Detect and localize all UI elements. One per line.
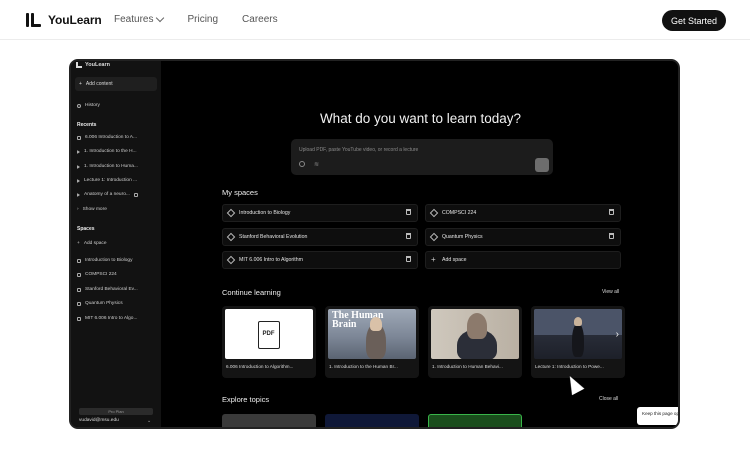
my-spaces-title: My spaces (222, 188, 258, 197)
recent-item[interactable]: Anatomy of a neuro... (77, 192, 138, 197)
space-item[interactable]: Quantum Physics (425, 228, 621, 246)
get-started-button[interactable]: Get Started (662, 10, 726, 31)
recent-item[interactable]: Lecture 1: Introduction ... (77, 178, 137, 183)
cube-icon (77, 272, 81, 277)
app-sidebar: YouLearn + Add content History Recents 6.… (71, 61, 161, 427)
sidebar-space-item[interactable]: MIT 6.006 Intro to Algo... (77, 316, 137, 321)
plus-icon: + (431, 255, 436, 264)
card-caption: 6.006 Introduction to Algorithm... (226, 364, 294, 369)
recent-item[interactable]: 1. Introduction to the H... (77, 149, 137, 154)
topic-card[interactable] (325, 414, 419, 427)
recent-item[interactable]: 1. Introduction to Huma... (77, 164, 138, 169)
show-more-button[interactable]: › Show more (77, 207, 107, 212)
cube-icon (226, 255, 236, 265)
chevron-right-icon[interactable]: › (616, 329, 619, 340)
play-icon (77, 192, 80, 197)
nav-link-features[interactable]: Features (114, 13, 165, 25)
brand-logo[interactable]: YouLearn (26, 11, 102, 29)
explore-topics-title: Explore topics (222, 395, 270, 404)
topic-card[interactable] (222, 414, 316, 427)
card-caption: 1. Introduction to the Human Br... (329, 364, 398, 369)
lecturer-head (370, 317, 382, 331)
submit-button[interactable] (535, 158, 549, 172)
continue-learning-title: Continue learning (222, 288, 281, 297)
nav-link-careers[interactable]: Careers (242, 14, 278, 25)
recent-item[interactable]: 6.006 Introduction to A... (77, 135, 137, 140)
space-item[interactable]: COMPSCI 224 (425, 204, 621, 222)
chevron-down-icon (156, 13, 165, 23)
recents-heading: Recents (77, 122, 97, 128)
cube-icon (77, 287, 81, 292)
upload-placeholder: Upload PDF, paste YouTube video, or reco… (299, 147, 419, 153)
nav-link-pricing[interactable]: Pricing (187, 14, 218, 25)
content-card[interactable]: 1. Introduction to Human Behavi... (428, 306, 522, 378)
app-main: What do you want to learn today? Upload … (161, 61, 678, 427)
cube-icon (226, 232, 236, 242)
content-card[interactable]: › Lecture 1: Introduction to Powe... (531, 306, 625, 378)
card-thumbnail: › (534, 309, 622, 359)
processing-toast: Keep this page open to process the PDF (637, 407, 678, 425)
plan-badge: Pro Plan (79, 408, 153, 415)
paperclip-icon[interactable] (299, 161, 305, 167)
youlearn-logo-icon (26, 11, 42, 29)
play-icon (77, 164, 80, 169)
view-all-link[interactable]: View all (602, 289, 619, 295)
play-icon (77, 149, 80, 154)
space-item[interactable]: Stanford Behavioral Evolution (222, 228, 418, 246)
trash-icon[interactable] (609, 233, 614, 239)
card-caption: 1. Introduction to Human Behavi... (432, 364, 503, 369)
plus-icon: + (77, 241, 80, 246)
spaces-heading: Spaces (77, 226, 95, 232)
sidebar-space-item[interactable]: Stanford Behavioral Ev... (77, 287, 138, 292)
cube-icon (226, 208, 236, 218)
trash-icon[interactable] (609, 209, 614, 215)
space-item[interactable]: MIT 6.006 Intro to Algorithm (222, 251, 418, 269)
card-thumbnail: PDF (225, 309, 313, 359)
sidebar-brand[interactable]: YouLearn (76, 62, 110, 68)
sidebar-add-space-button[interactable]: + Add space (77, 241, 106, 246)
card-thumbnail (431, 309, 519, 359)
top-nav: YouLearn Features Pricing Careers Get St… (0, 0, 750, 40)
topic-card[interactable] (428, 414, 522, 427)
sidebar-space-item[interactable]: Introduction to Biology (77, 258, 132, 263)
content-card[interactable]: The Human Brain 1. Introduction to the H… (325, 306, 419, 378)
add-content-button[interactable]: + Add content (75, 77, 157, 91)
trash-icon[interactable] (406, 209, 411, 215)
user-account[interactable]: vudavid@msu.edu (79, 418, 119, 423)
check-icon (133, 192, 138, 197)
sidebar-space-item[interactable]: Quantum Physics (77, 301, 123, 306)
close-all-link[interactable]: Close all (599, 396, 618, 402)
lecturer-head (467, 313, 487, 339)
trash-icon[interactable] (406, 233, 411, 239)
add-space-button[interactable]: + Add space (425, 251, 621, 269)
play-icon (77, 178, 80, 183)
cube-icon (429, 232, 439, 242)
microphone-wave-icon[interactable]: ≋ (314, 161, 319, 168)
space-item[interactable]: Introduction to Biology (222, 204, 418, 222)
chevron-right-icon: › (77, 207, 79, 212)
cube-icon (429, 208, 439, 218)
page-title: What do you want to learn today? (319, 111, 522, 126)
card-caption: Lecture 1: Introduction to Powe... (535, 364, 604, 369)
document-icon (77, 135, 81, 140)
plus-icon: + (79, 81, 82, 87)
lecturer-figure (572, 323, 584, 357)
youlearn-logo-icon (76, 62, 82, 68)
app-preview-frame: YouLearn + Add content History Recents 6.… (69, 59, 680, 429)
content-card[interactable]: PDF 6.006 Introduction to Algorithm... (222, 306, 316, 378)
trash-icon[interactable] (406, 256, 411, 262)
sidebar-item-history[interactable]: History (77, 103, 100, 108)
sidebar-space-item[interactable]: COMPSCI 224 (77, 272, 117, 277)
cube-icon (77, 258, 81, 263)
cube-icon (77, 316, 81, 321)
pdf-file-icon: PDF (258, 321, 280, 349)
brand-name: YouLearn (48, 13, 102, 27)
lecturer-head (574, 317, 582, 326)
cube-icon (77, 301, 81, 306)
card-thumbnail: The Human Brain (328, 309, 416, 359)
chevron-down-icon[interactable]: ⌄ (147, 418, 151, 424)
clock-icon (77, 103, 81, 108)
upload-input[interactable]: Upload PDF, paste YouTube video, or reco… (291, 139, 553, 175)
